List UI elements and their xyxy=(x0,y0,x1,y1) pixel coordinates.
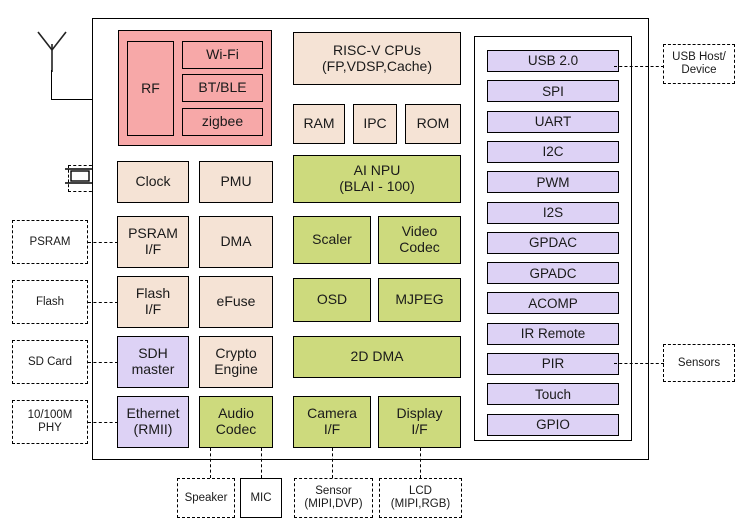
btble-block[interactable]: BT/BLE xyxy=(182,74,263,102)
peripheral-usb-2-0-block[interactable]: USB 2.0 xyxy=(487,50,619,72)
ai-npu-block[interactable]: AI NPU (BLAI - 100) xyxy=(293,155,461,203)
peripheral-touch-block[interactable]: Touch xyxy=(487,383,619,406)
external-sensors-box[interactable]: Sensors xyxy=(663,344,735,382)
connector-lcd xyxy=(420,448,421,478)
pmu-block[interactable]: PMU xyxy=(199,161,273,203)
external-speaker-box[interactable]: Speaker xyxy=(177,478,235,518)
peripheral-i2s-block[interactable]: I2S xyxy=(487,201,619,224)
ipc-block[interactable]: IPC xyxy=(353,104,397,144)
wifi-block[interactable]: Wi-Fi xyxy=(182,41,263,69)
crystal-connector-left xyxy=(68,165,69,192)
external-sdcard-box[interactable]: SD Card xyxy=(12,340,88,384)
block-diagram-canvas: RF Wi-Fi BT/BLE zigbee RISC-V CPUs (FP,V… xyxy=(0,0,743,523)
rf-block[interactable]: RF xyxy=(127,41,174,136)
external-camera-sensor-box[interactable]: Sensor (MIPI,DVP) xyxy=(294,478,373,518)
sdh-master-block[interactable]: SDH master xyxy=(117,336,189,388)
video-codec-block[interactable]: Video Codec xyxy=(378,216,461,264)
peripheral-spi-block[interactable]: SPI xyxy=(487,80,619,103)
external-mic-box[interactable]: MIC xyxy=(240,478,282,518)
crypto-engine-block[interactable]: Crypto Engine xyxy=(199,336,273,388)
connector-flash xyxy=(88,302,118,303)
external-usb-host-box[interactable]: USB Host/ Device xyxy=(663,44,735,84)
antenna-feed-vertical xyxy=(51,70,53,100)
connector-speaker xyxy=(210,448,211,478)
psram-if-block[interactable]: PSRAM I/F xyxy=(117,216,189,268)
external-lcd-box[interactable]: LCD (MIPI,RGB) xyxy=(379,478,462,518)
connector-camera-sensor xyxy=(332,448,333,478)
peripheral-acomp-block[interactable]: ACOMP xyxy=(487,292,619,315)
external-psram-box[interactable]: PSRAM xyxy=(12,220,88,264)
flash-if-block[interactable]: Flash I/F xyxy=(117,276,189,328)
external-phy-box[interactable]: 10/100M PHY xyxy=(12,400,88,444)
peripheral-pir-block[interactable]: PIR xyxy=(487,353,619,375)
connector-phy xyxy=(88,422,118,423)
connector-mic xyxy=(261,448,262,478)
connector-usb xyxy=(614,66,664,67)
osd-block[interactable]: OSD xyxy=(293,278,371,322)
zigbee-block[interactable]: zigbee xyxy=(182,108,263,136)
connector-sdcard xyxy=(88,362,118,363)
dma-block[interactable]: DMA xyxy=(199,216,273,268)
efuse-block[interactable]: eFuse xyxy=(199,276,273,328)
audio-codec-block[interactable]: Audio Codec xyxy=(199,396,273,448)
display-if-block[interactable]: Display I/F xyxy=(378,396,461,448)
camera-if-block[interactable]: Camera I/F xyxy=(293,396,371,448)
rom-block[interactable]: ROM xyxy=(405,104,461,144)
peripheral-pwm-block[interactable]: PWM xyxy=(487,171,619,194)
riscv-cpus-block[interactable]: RISC-V CPUs (FP,VDSP,Cache) xyxy=(293,32,461,85)
external-flash-box[interactable]: Flash xyxy=(12,280,88,324)
peripheral-gpdac-block[interactable]: GPDAC xyxy=(487,231,619,254)
peripheral-gpio-block[interactable]: GPIO xyxy=(487,413,619,436)
peripheral-uart-block[interactable]: UART xyxy=(487,110,619,133)
ram-block[interactable]: RAM xyxy=(293,104,345,144)
peripheral-i2c-block[interactable]: I2C xyxy=(487,140,619,163)
mjpeg-block[interactable]: MJPEG xyxy=(378,278,461,322)
antenna-icon xyxy=(37,31,67,72)
connector-sensors xyxy=(614,363,664,364)
clock-block[interactable]: Clock xyxy=(117,161,189,203)
scaler-block[interactable]: Scaler xyxy=(293,216,371,264)
peripheral-ir-remote-block[interactable]: IR Remote xyxy=(487,322,619,345)
dma-2d-block[interactable]: 2D DMA xyxy=(293,336,461,378)
connector-psram xyxy=(88,242,118,243)
ethernet-block[interactable]: Ethernet (RMII) xyxy=(117,396,189,448)
peripheral-gpadc-block[interactable]: GPADC xyxy=(487,262,619,285)
